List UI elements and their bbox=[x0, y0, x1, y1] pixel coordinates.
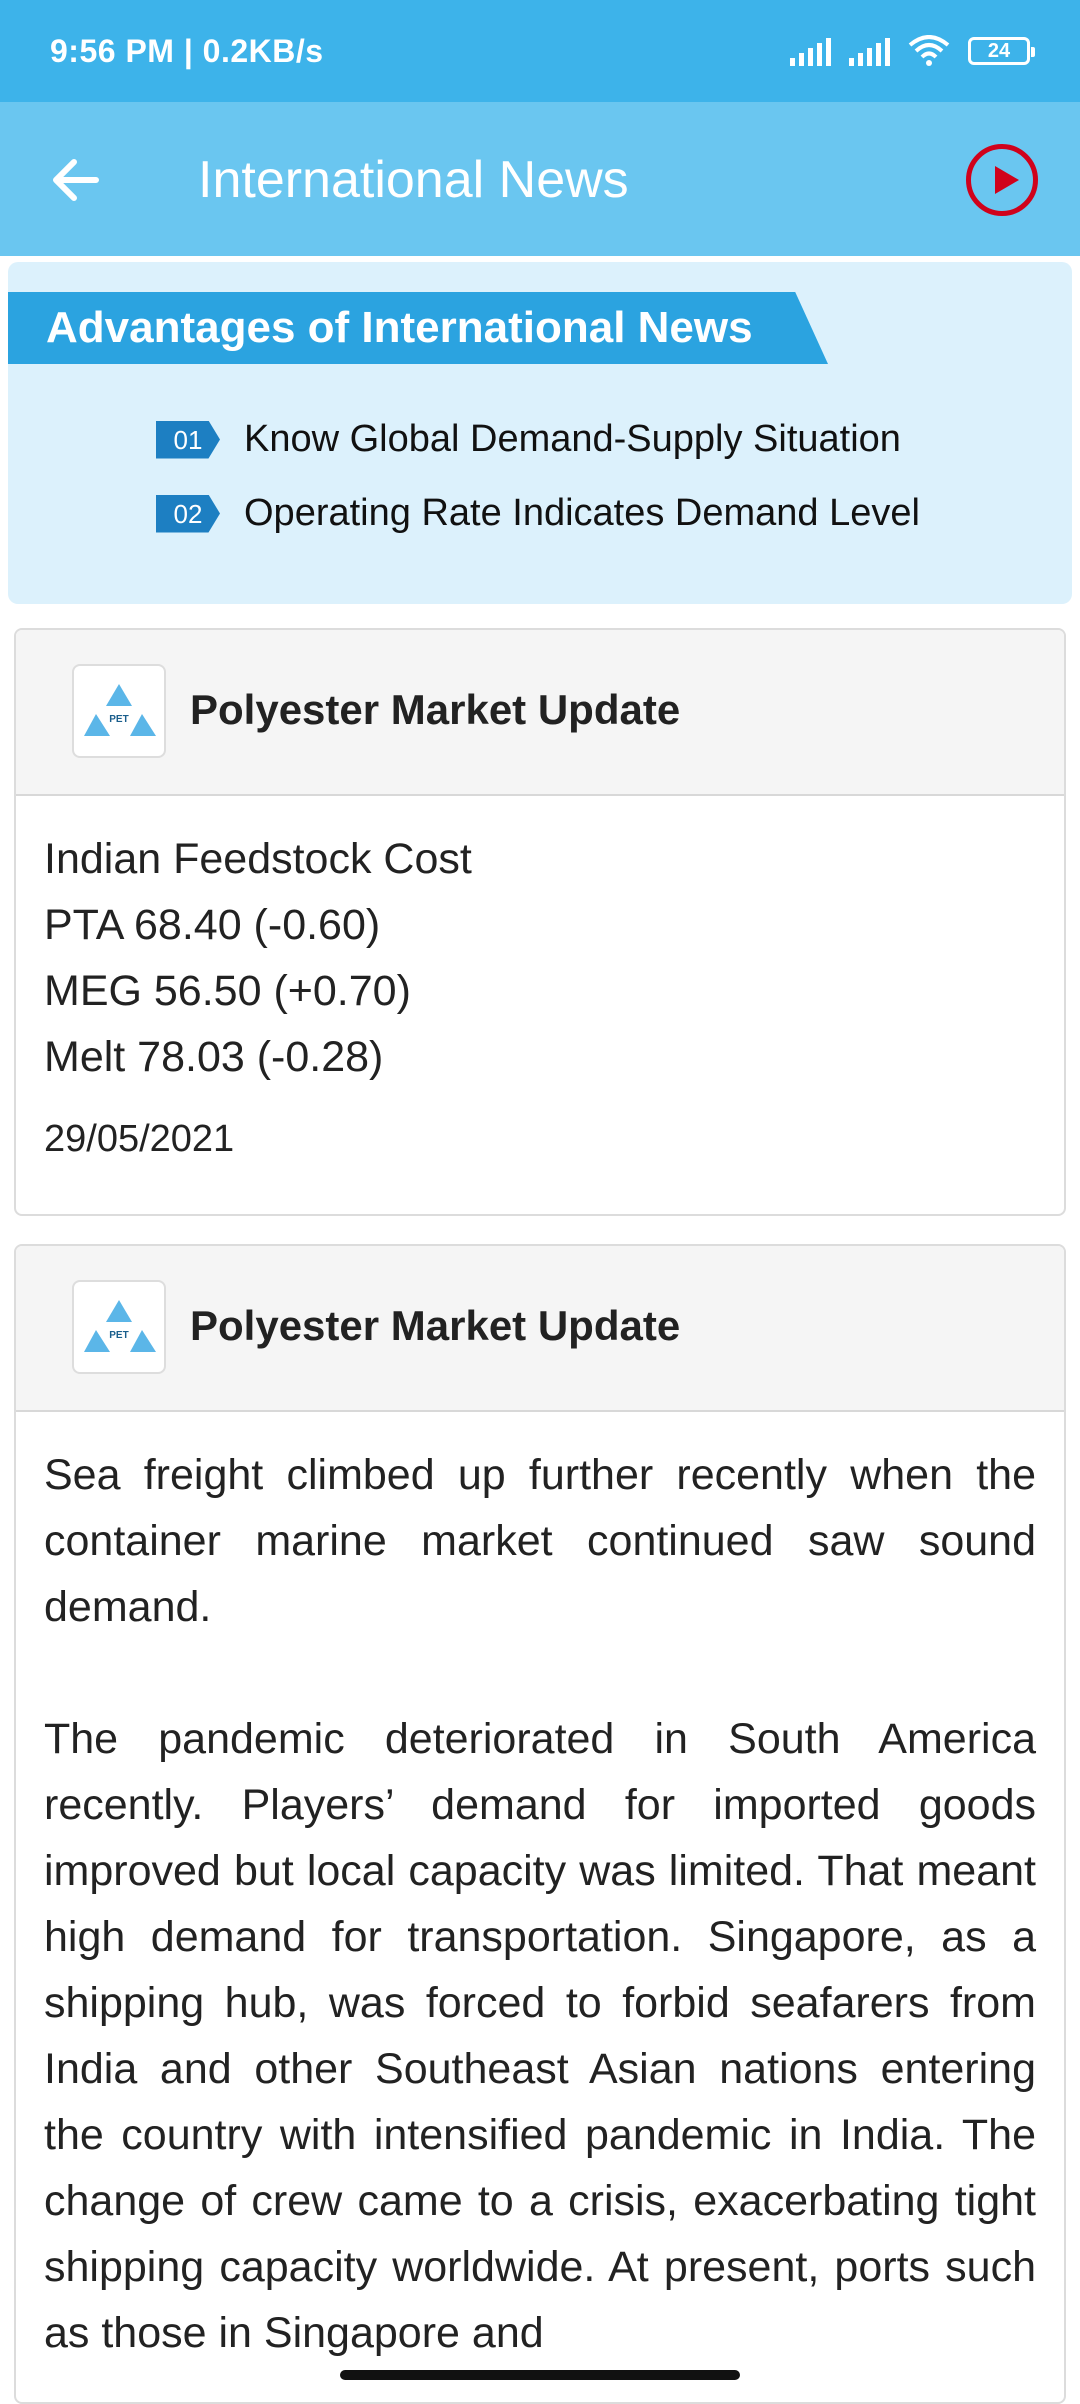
card-title: Polyester Market Update bbox=[190, 686, 681, 733]
status-icons: 24 bbox=[790, 35, 1035, 67]
recycle-logo-icon: PET bbox=[72, 1280, 166, 1374]
advantage-item: 01 Know Global Demand-Supply Situation bbox=[156, 418, 901, 461]
recycle-logo-icon: PET bbox=[72, 664, 166, 758]
card-body: Sea freight climbed up further recently … bbox=[16, 1412, 1064, 2366]
banner-title: Advantages of International News bbox=[8, 292, 828, 364]
advantage-text: Operating Rate Indicates Demand Level bbox=[244, 492, 920, 534]
card-line: PTA 68.40 (-0.60) bbox=[44, 901, 381, 949]
home-indicator[interactable] bbox=[340, 2370, 740, 2380]
svg-text:PET: PET bbox=[109, 714, 128, 725]
svg-text:PET: PET bbox=[109, 1330, 128, 1341]
battery-icon: 24 bbox=[968, 37, 1035, 65]
news-card[interactable]: PET Polyester Market Update Sea freight … bbox=[14, 1244, 1066, 2404]
advantage-text: Know Global Demand-Supply Situation bbox=[244, 418, 901, 460]
advantage-item: 02 Operating Rate Indicates Demand Level bbox=[156, 492, 920, 535]
signal-icon bbox=[790, 36, 831, 66]
card-line: Indian Feedstock Cost bbox=[44, 835, 472, 883]
play-circle-icon[interactable] bbox=[966, 144, 1038, 216]
card-paragraph: The pandemic deteriorated in South Ameri… bbox=[44, 1715, 1036, 2357]
card-paragraph: Sea freight climbed up further recently … bbox=[44, 1451, 1036, 1631]
status-bar: 9:56 PM | 0.2KB/s 24 bbox=[0, 0, 1080, 102]
card-date: 29/05/2021 bbox=[44, 1118, 235, 1160]
card-header: PET Polyester Market Update bbox=[16, 630, 1064, 796]
advantages-banner: Advantages of International News 01 Know… bbox=[8, 262, 1072, 604]
advantage-number: 01 bbox=[156, 420, 220, 459]
card-line: Melt 78.03 (-0.28) bbox=[44, 1033, 384, 1081]
status-time-speed: 9:56 PM | 0.2KB/s bbox=[50, 32, 324, 69]
page-title: International News bbox=[198, 151, 629, 209]
arrow-left-icon bbox=[53, 159, 99, 201]
back-button[interactable] bbox=[46, 150, 106, 210]
app-bar: International News bbox=[0, 102, 1080, 256]
advantage-number: 02 bbox=[156, 494, 220, 533]
signal-icon bbox=[849, 36, 890, 66]
card-body: Indian Feedstock Cost PTA 68.40 (-0.60) … bbox=[16, 796, 1064, 1161]
card-title: Polyester Market Update bbox=[190, 1302, 681, 1349]
news-card[interactable]: PET Polyester Market Update Indian Feeds… bbox=[14, 628, 1066, 1216]
card-line: MEG 56.50 (+0.70) bbox=[44, 967, 411, 1015]
card-header: PET Polyester Market Update bbox=[16, 1246, 1064, 1412]
wifi-icon bbox=[908, 35, 950, 66]
